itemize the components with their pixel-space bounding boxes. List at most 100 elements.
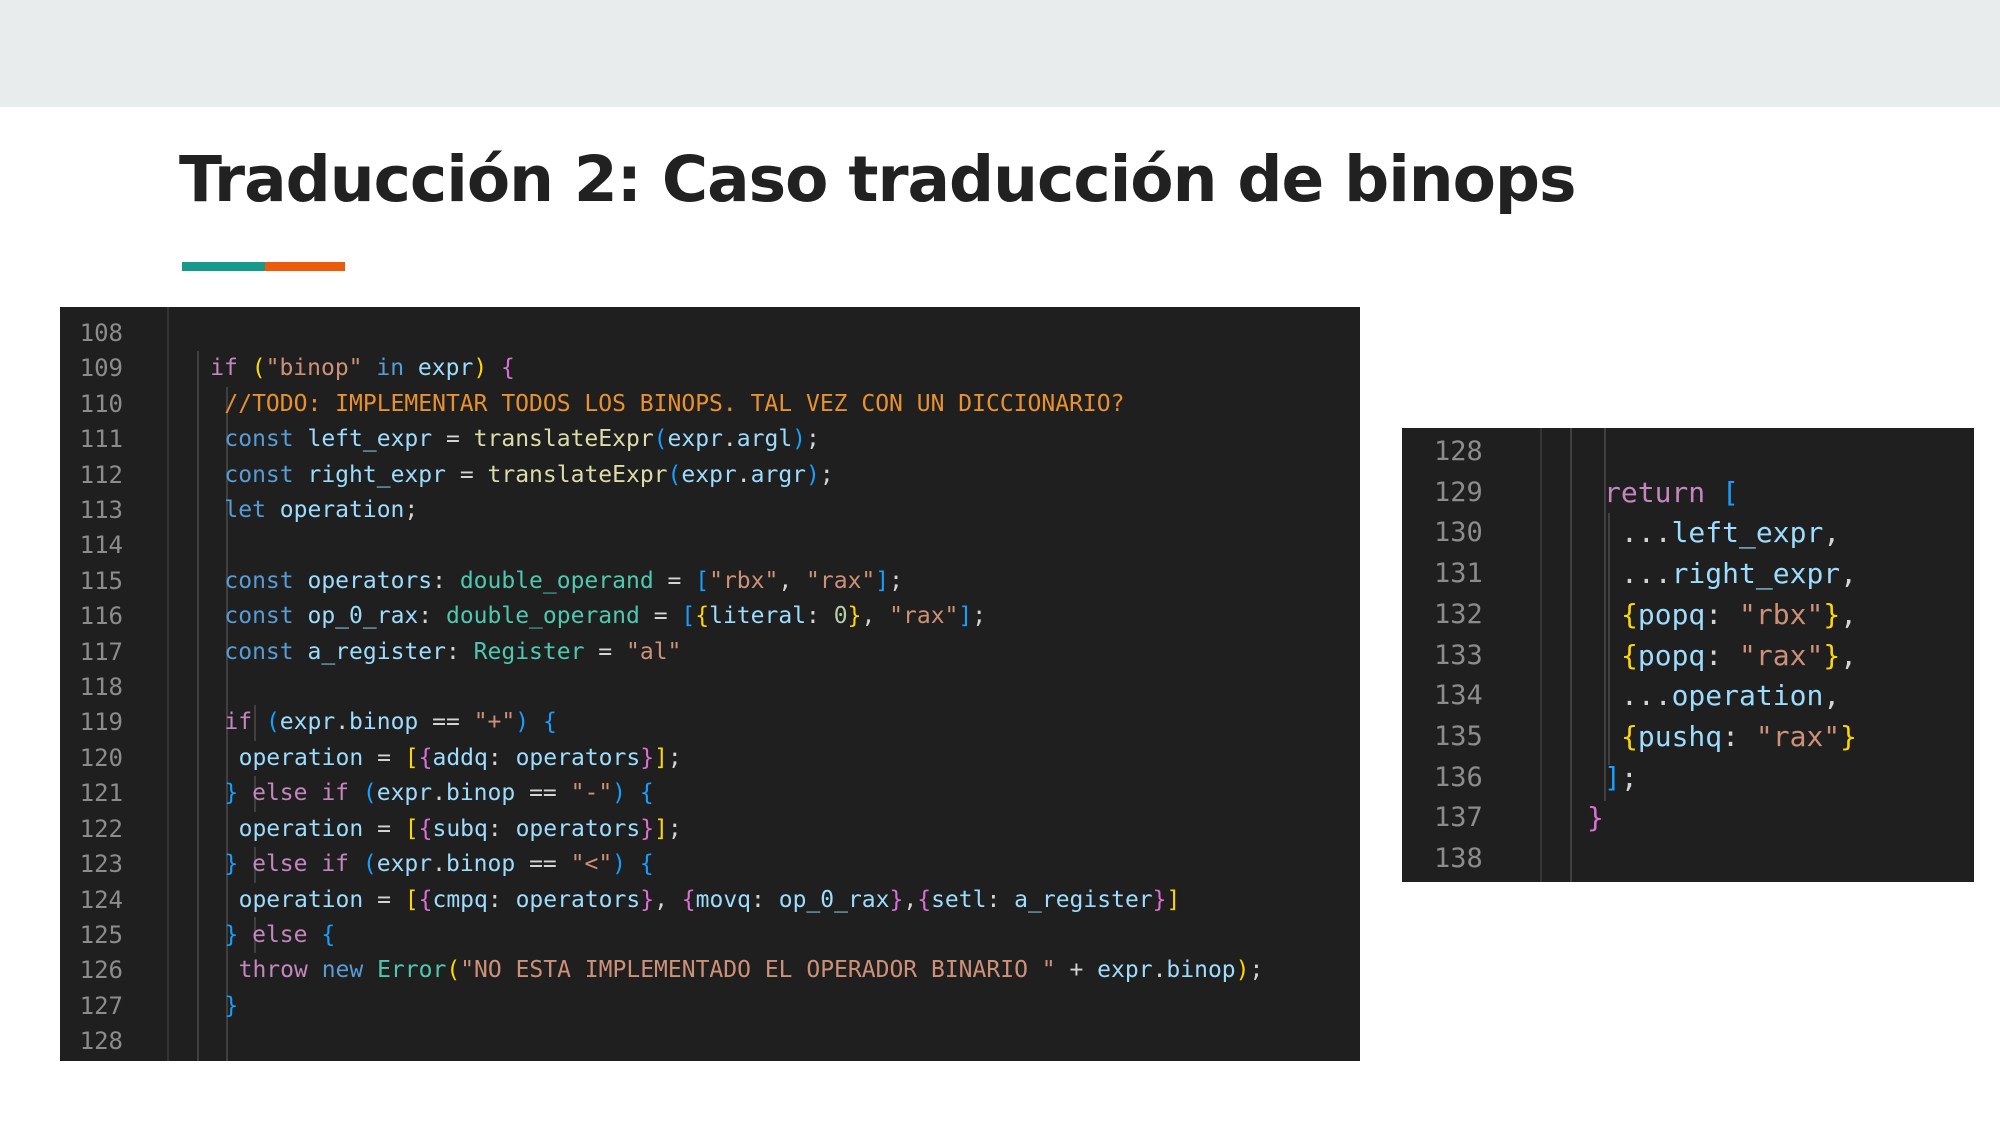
punctuation-token: =: [363, 744, 405, 771]
bracket-token: }: [224, 780, 239, 807]
bracket-token: {: [1621, 597, 1638, 631]
identifier-token: operation: [238, 744, 364, 771]
bracket-token: }: [224, 851, 239, 878]
gutter-separator: [1540, 428, 1542, 882]
punctuation-token: ,: [1823, 679, 1841, 713]
identifier-token: popq: [1637, 597, 1706, 631]
punctuation-token: ,: [778, 567, 807, 594]
bracket-token: [: [681, 603, 696, 630]
punctuation-token: :: [1705, 597, 1740, 631]
line-number: 109: [79, 354, 123, 383]
punctuation-token: [487, 355, 501, 381]
punctuation-token: =: [584, 638, 626, 665]
code-line: if ("binop" in expr) {: [196, 351, 1360, 386]
bracket-token: {: [418, 744, 433, 771]
punctuation-token: ;: [667, 744, 682, 771]
code-line: ...right_expr,: [1570, 554, 1974, 595]
bracket-token: {: [1621, 638, 1638, 672]
line-number: 113: [79, 496, 123, 525]
bracket-token: ): [612, 780, 627, 807]
string-token: "-": [570, 780, 613, 807]
bracket-token: }: [640, 815, 655, 842]
type-token: double_operand: [459, 567, 654, 594]
code-body: if ("binop" in expr) {//TODO: IMPLEMENTA…: [196, 307, 1360, 1061]
identifier-token: binop: [1166, 957, 1236, 984]
identifier-token: addq: [432, 744, 488, 771]
line-number: 133: [1434, 639, 1483, 671]
punctuation-token: =: [432, 426, 474, 453]
bracket-token: [: [1722, 475, 1739, 509]
bracket-token: {: [418, 815, 433, 842]
punctuation-token: ,: [903, 886, 918, 913]
code-line: }: [1570, 798, 1974, 839]
line-number: 128: [1434, 436, 1483, 467]
bracket-token: (: [251, 355, 266, 382]
punctuation-token: =: [639, 603, 682, 630]
code-line: const op_0_rax: double_operand = [{liter…: [196, 599, 1360, 634]
identifier-token: op_0_rax: [778, 886, 890, 913]
punctuation-token: :: [487, 815, 516, 842]
code-line: const left_expr = translateExpr(expr.arg…: [196, 422, 1360, 457]
code-line: const operators: double_operand = ["rbx"…: [196, 564, 1360, 599]
punctuation-token: .: [722, 426, 737, 453]
punctuation-token: .: [432, 780, 446, 807]
line-number: 130: [1434, 517, 1483, 549]
line-number: 127: [79, 991, 123, 1020]
identifier-token: operation: [1671, 679, 1824, 713]
identifier-token: subq: [432, 815, 488, 842]
bracket-token: {: [917, 886, 932, 913]
line-number: 138: [1434, 843, 1483, 875]
keyword-token: else if: [238, 780, 363, 807]
bracket-token: }: [224, 921, 239, 948]
code-body: return [...left_expr, ...right_expr, {popq…: [1570, 428, 1974, 882]
bracket-token: (: [653, 426, 668, 453]
punctuation-token: ,: [1840, 597, 1858, 631]
bracket-token: {: [695, 603, 710, 630]
string-token: "rbx": [709, 567, 779, 594]
line-number: 132: [1434, 598, 1483, 630]
punctuation-token: ,: [1840, 638, 1858, 672]
type-token: Register: [473, 638, 585, 665]
punctuation-token: :: [751, 886, 779, 913]
bracket-token: (: [667, 461, 682, 488]
punctuation-token: ,: [1823, 516, 1841, 550]
string-token: "binop": [265, 355, 363, 382]
code-line: {popq: "rax"},: [1570, 636, 1974, 677]
string-token: "al": [626, 638, 682, 665]
number-token: 0: [833, 603, 848, 630]
identifier-token: right_expr: [1671, 557, 1841, 591]
punctuation-token: :: [487, 886, 516, 913]
identifier-token: a_register: [307, 638, 446, 665]
punctuation-token: :: [445, 638, 474, 665]
identifier-token: right_expr: [307, 461, 446, 488]
bracket-token: ): [792, 426, 807, 453]
identifier-token: binop: [349, 709, 419, 736]
punctuation-token: :: [1705, 638, 1740, 672]
string-token: "<": [570, 851, 613, 878]
storage-token: const: [224, 461, 308, 488]
line-number: 110: [79, 389, 123, 418]
bracket-token: {: [418, 886, 433, 913]
keyword-token: return: [1604, 475, 1723, 509]
punctuation-token: ...: [1621, 679, 1672, 713]
punctuation-token: [529, 709, 543, 735]
line-number: 137: [1434, 802, 1483, 834]
code-block-return-statement: 128 129 130 131 132 133 134 135 136 137 138 return…: [1402, 428, 1974, 882]
identifier-token: expr: [1097, 957, 1153, 984]
bracket-token: ): [473, 355, 488, 382]
punctuation-token: ;: [806, 426, 820, 453]
string-token: "rax": [1739, 638, 1824, 672]
bracket-token: [: [695, 567, 710, 594]
code-line: } else if (expr.binop == "-") {: [196, 776, 1360, 811]
slide-title: Traducción 2: Caso traducción de binops: [179, 143, 1577, 216]
identifier-token: literal: [709, 603, 807, 630]
identifier-token: expr: [376, 780, 433, 807]
bracket-token: }: [1823, 597, 1841, 631]
storage-token: const: [224, 426, 308, 453]
code-line: } else if (expr.binop == "<") {: [196, 847, 1360, 882]
punctuation-token: ;: [404, 497, 419, 524]
